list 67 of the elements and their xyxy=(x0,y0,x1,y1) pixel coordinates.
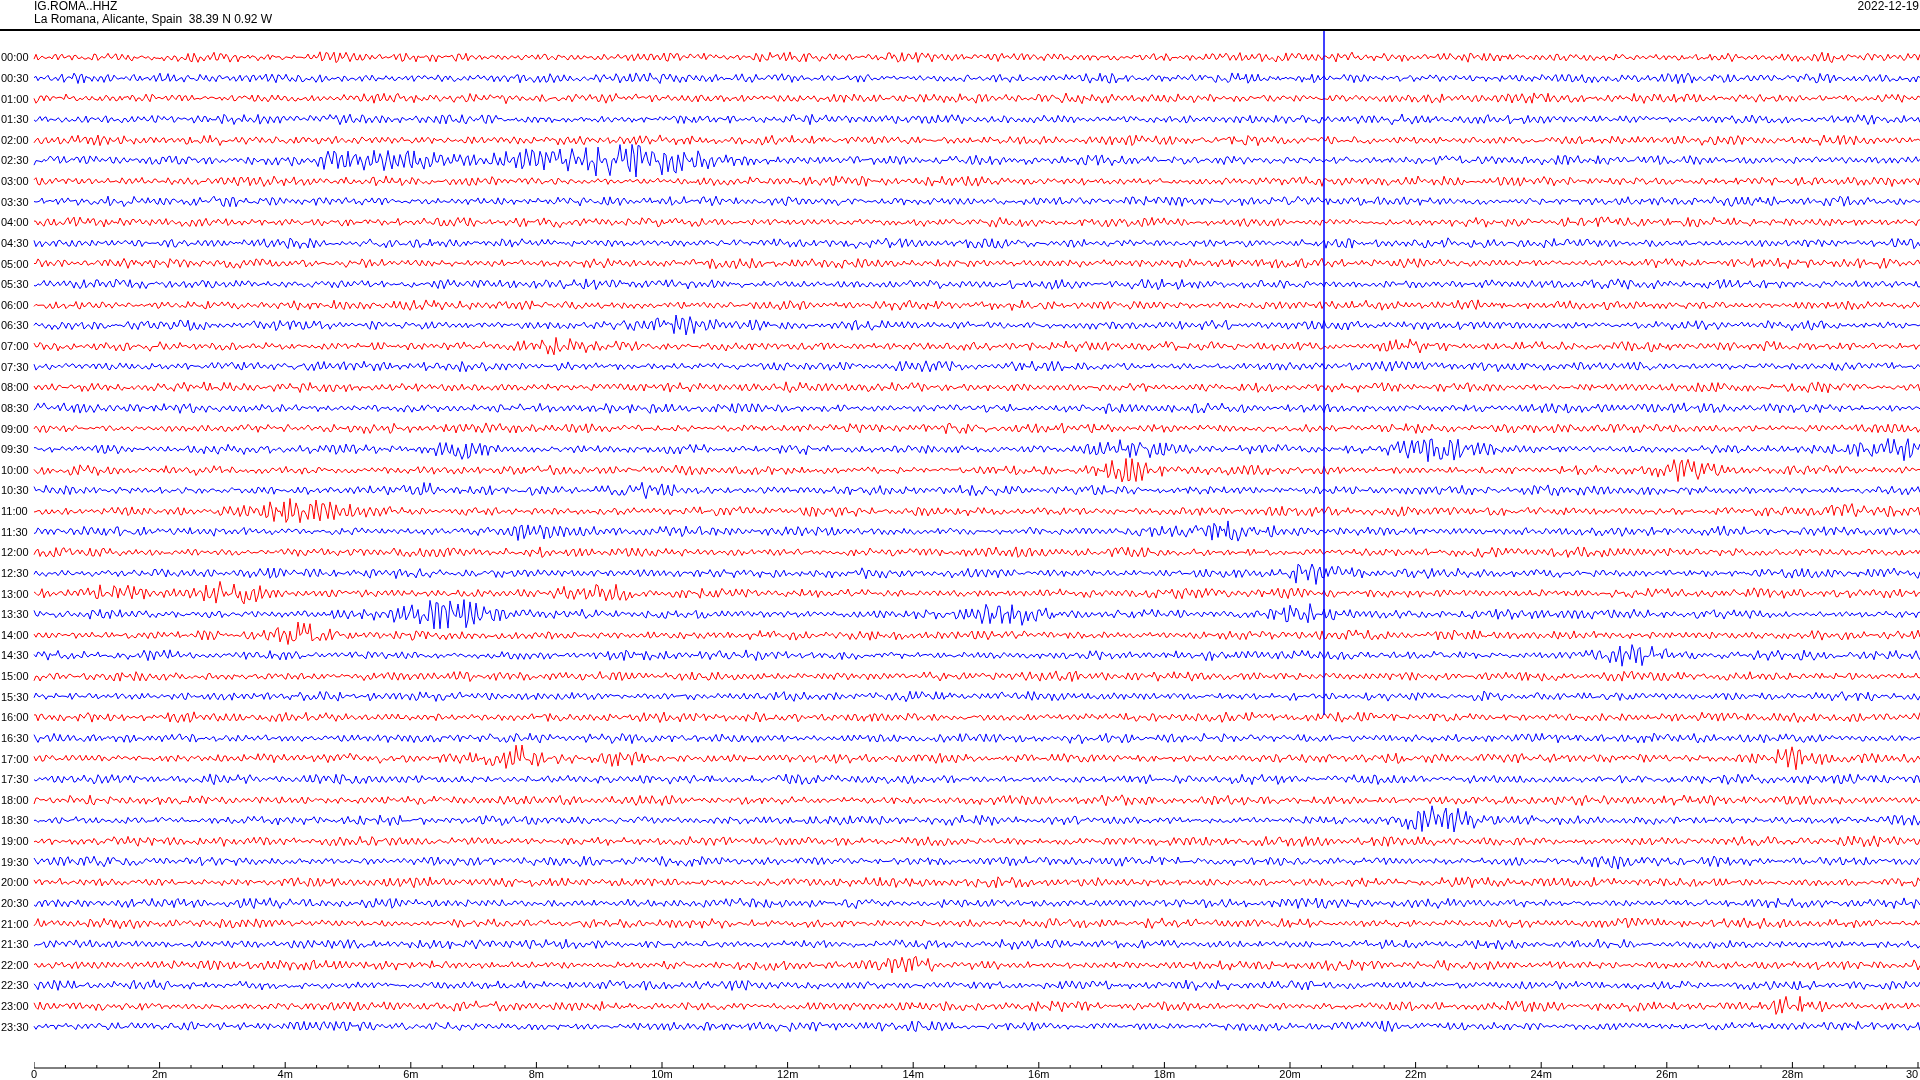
row-time-label: 13:30 xyxy=(0,608,30,621)
row-time-label: 13:00 xyxy=(0,587,30,600)
row-time-label: 15:30 xyxy=(0,690,30,703)
row-time-label: 14:00 xyxy=(0,628,30,641)
date-label: 2022-12-19 xyxy=(1857,0,1920,15)
row-time-label: 07:30 xyxy=(0,360,30,373)
row-time-label: 03:30 xyxy=(0,195,30,208)
row-time-label: 09:30 xyxy=(0,443,30,456)
station-location: La Romana, Alicante, Spain 38.39 N 0.92 W xyxy=(34,13,273,26)
x-axis-tick-label: 0 xyxy=(30,1068,38,1080)
row-time-label: 21:00 xyxy=(0,917,30,930)
x-axis-tick-label: 26m xyxy=(1656,1068,1678,1080)
row-time-label: 21:30 xyxy=(0,938,30,951)
row-time-label: 11:00 xyxy=(0,505,29,518)
row-time-label: 05:30 xyxy=(0,278,30,291)
row-time-label: 10:30 xyxy=(0,484,30,497)
x-axis-tick-label: 22m xyxy=(1404,1068,1427,1080)
row-time-label: 05:00 xyxy=(0,257,30,270)
x-axis-tick-label: 14m xyxy=(902,1068,924,1080)
row-time-label: 17:30 xyxy=(0,773,30,786)
station-code: IG.ROMA..HHZ xyxy=(34,0,119,13)
row-time-label: 03:00 xyxy=(0,175,30,188)
row-time-label: 00:00 xyxy=(0,51,30,64)
x-axis-tick-label: 18m xyxy=(1153,1068,1176,1080)
x-axis-tick-label: 28m xyxy=(1781,1068,1804,1080)
row-time-label: 07:00 xyxy=(0,340,30,353)
x-axis-tick-label: 10m xyxy=(651,1068,673,1080)
row-time-label: 20:30 xyxy=(0,896,30,909)
x-axis-tick-label: 16m xyxy=(1028,1068,1050,1080)
row-time-label: 11:30 xyxy=(0,525,29,538)
x-axis-tick-label: 8m xyxy=(528,1068,545,1080)
row-time-label: 00:30 xyxy=(0,71,30,84)
row-time-label: 06:30 xyxy=(0,319,30,332)
row-time-label: 15:00 xyxy=(0,670,30,683)
row-time-label: 02:00 xyxy=(0,133,30,146)
row-time-label: 06:00 xyxy=(0,298,30,311)
row-time-label: 18:00 xyxy=(0,793,30,806)
row-time-label: 23:30 xyxy=(0,1020,30,1033)
row-time-label: 22:00 xyxy=(0,958,30,971)
x-axis-tick-label: 20m xyxy=(1279,1068,1301,1080)
row-time-label: 12:00 xyxy=(0,546,30,559)
row-time-label: 10:00 xyxy=(0,463,30,476)
row-time-label: 08:00 xyxy=(0,381,30,394)
row-time-label: 01:30 xyxy=(0,113,30,126)
row-time-label: 23:00 xyxy=(0,1000,30,1013)
row-time-label: 19:00 xyxy=(0,835,30,848)
x-axis-tick-label: 2m xyxy=(151,1068,168,1080)
row-time-label: 02:30 xyxy=(0,154,30,167)
x-axis-tick-label: 12m xyxy=(776,1068,799,1080)
x-axis-tick-label: 4m xyxy=(277,1068,293,1080)
row-time-label: 08:30 xyxy=(0,401,30,414)
row-time-label: 14:30 xyxy=(0,649,30,662)
row-time-label: 16:00 xyxy=(0,711,30,724)
row-time-label: 17:00 xyxy=(0,752,30,765)
row-time-label: 22:30 xyxy=(0,979,30,992)
row-time-label: 12:30 xyxy=(0,566,30,579)
x-axis-tick-label: 6m xyxy=(403,1068,419,1080)
row-time-label: 20:00 xyxy=(0,876,30,889)
x-axis-tick-label: 30 xyxy=(1905,1068,1919,1080)
row-time-label: 09:00 xyxy=(0,422,30,435)
row-time-label: 01:00 xyxy=(0,92,30,105)
row-time-label: 04:30 xyxy=(0,236,30,249)
row-time-label: 19:30 xyxy=(0,855,30,868)
row-time-label: 16:30 xyxy=(0,731,30,744)
x-axis-tick-label: 24m xyxy=(1530,1068,1552,1080)
row-time-label: 18:30 xyxy=(0,814,30,827)
row-time-label: 04:00 xyxy=(0,216,30,229)
